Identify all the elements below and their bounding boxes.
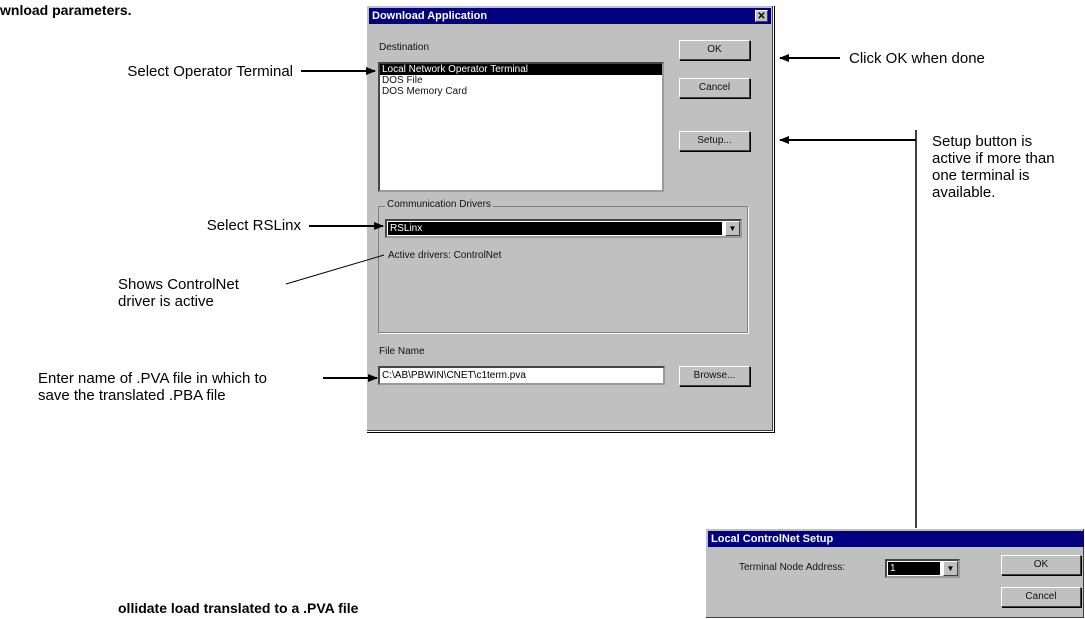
callout-leader-lines bbox=[285, 54, 917, 528]
leader-shows-controlnet bbox=[285, 254, 385, 285]
